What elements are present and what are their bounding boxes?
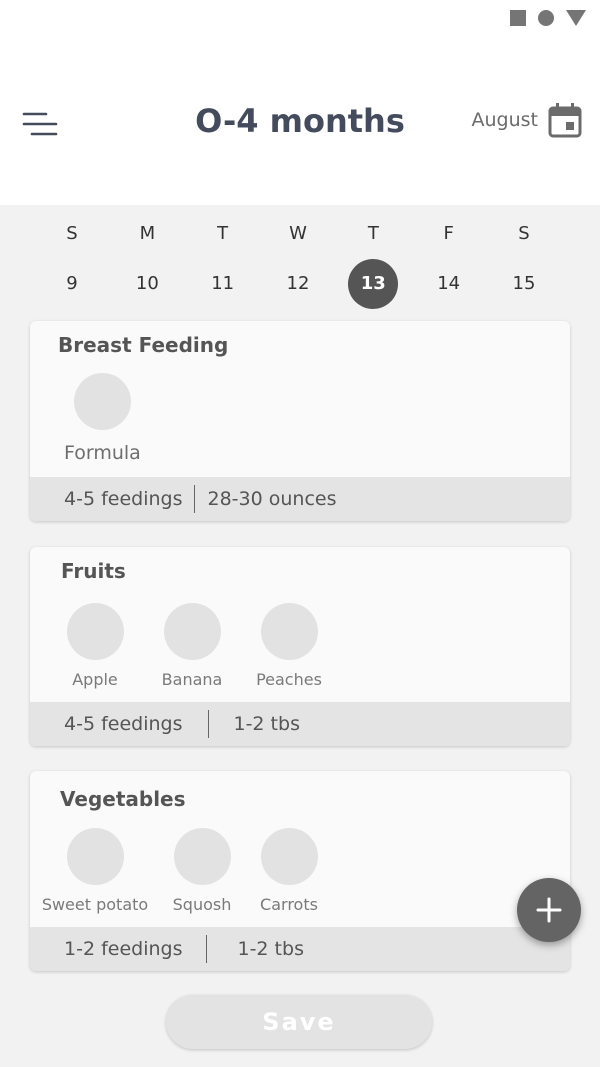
food-label: Squosh xyxy=(172,895,232,914)
day-column: M 10 xyxy=(117,219,177,309)
food-image xyxy=(73,373,131,430)
weekday-letter: T xyxy=(217,223,229,244)
food-image xyxy=(66,828,124,885)
weekday-letter: S xyxy=(518,223,530,244)
food-label: Formula xyxy=(64,442,141,464)
food-label: Banana xyxy=(161,670,223,689)
month-selector[interactable]: August xyxy=(472,102,583,138)
food-item-carrots[interactable]: Carrots xyxy=(249,828,329,914)
day-column: T 13 xyxy=(343,219,403,309)
date-number[interactable]: 15 xyxy=(499,259,549,309)
food-label: Sweet potato xyxy=(41,895,149,914)
weekday-letter: S xyxy=(66,223,78,244)
plus-icon xyxy=(536,897,562,923)
selected-date[interactable]: 13 xyxy=(348,259,399,309)
food-label: Peaches xyxy=(256,670,322,689)
weekday-letter: F xyxy=(443,223,454,244)
feedings-text: 4-5 feedings xyxy=(64,713,183,735)
food-item-banana[interactable]: Banana xyxy=(152,603,232,689)
divider xyxy=(194,485,196,513)
vegetables-card: Vegetables Sweet potato Squosh Carrots 1… xyxy=(30,771,570,971)
back-icon xyxy=(566,10,586,26)
food-item-apple[interactable]: Apple xyxy=(55,603,135,689)
day-column: W 12 xyxy=(268,219,328,309)
food-image xyxy=(163,603,221,660)
day-column: T 11 xyxy=(193,219,253,309)
divider xyxy=(206,935,208,963)
food-item-squosh[interactable]: Squosh xyxy=(162,828,242,914)
food-label: Apple xyxy=(72,670,118,689)
food-item-sweet-potato[interactable]: Sweet potato xyxy=(40,828,150,914)
card-footer: 4-5 feedings 1-2 tbs xyxy=(30,702,570,746)
feedings-text: 4-5 feedings xyxy=(64,488,183,510)
date-number[interactable]: 12 xyxy=(273,259,323,309)
food-item-formula[interactable]: Formula xyxy=(64,373,141,464)
amount-text: 1-2 tbs xyxy=(237,938,304,960)
food-image xyxy=(260,828,318,885)
week-strip: S 9 M 10 T 11 W 12 T 13 F 14 S 15 xyxy=(42,219,554,309)
food-image xyxy=(260,603,318,660)
food-image xyxy=(66,603,124,660)
food-item-peaches[interactable]: Peaches xyxy=(249,603,329,689)
section-title: Fruits xyxy=(61,559,126,583)
amount-text: 28-30 ounces xyxy=(207,488,337,510)
app-header: O-4 months August xyxy=(0,96,600,152)
card-footer: 1-2 feedings 1-2 tbs xyxy=(30,927,570,971)
fruits-card: Fruits Apple Banana Peaches 4-5 feedings… xyxy=(30,547,570,746)
date-number[interactable]: 10 xyxy=(122,259,172,309)
food-label: Carrots xyxy=(260,895,318,914)
amount-text: 1-2 tbs xyxy=(233,713,300,735)
food-image xyxy=(173,828,231,885)
date-number[interactable]: 14 xyxy=(424,259,474,309)
section-title: Breast Feeding xyxy=(58,333,229,357)
weekday-letter: M xyxy=(139,223,156,244)
divider xyxy=(208,710,210,738)
calendar-icon xyxy=(548,103,582,138)
day-column: F 14 xyxy=(419,219,479,309)
status-bar xyxy=(510,10,586,26)
card-footer: 4-5 feedings 28-30 ounces xyxy=(30,477,570,521)
month-label: August xyxy=(471,109,539,131)
add-button[interactable] xyxy=(517,878,581,942)
home-icon xyxy=(538,10,554,26)
weekday-letter: W xyxy=(289,223,307,244)
section-title: Vegetables xyxy=(60,787,186,811)
date-number[interactable]: 11 xyxy=(198,259,248,309)
feedings-text: 1-2 feedings xyxy=(64,938,183,960)
save-button[interactable]: Save xyxy=(166,995,432,1049)
date-number[interactable]: 9 xyxy=(47,259,97,309)
breast-feeding-card: Breast Feeding Formula 4-5 feedings 28-3… xyxy=(30,321,570,521)
weekday-letter: T xyxy=(367,223,379,244)
day-column: S9 xyxy=(42,219,102,309)
stop-icon xyxy=(510,10,526,26)
day-column: S 15 xyxy=(494,219,554,309)
